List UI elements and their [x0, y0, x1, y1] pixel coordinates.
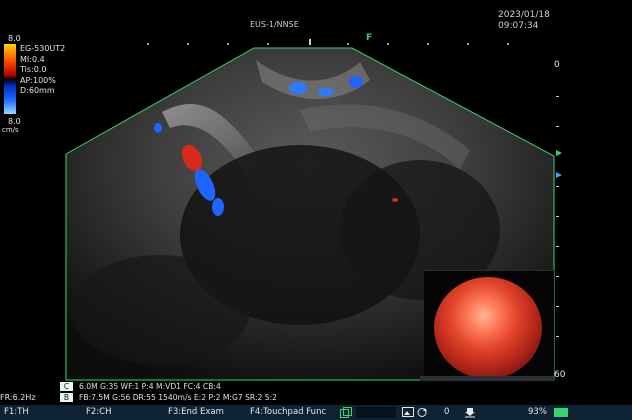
function-key-bar: F1:TH F2:CH F3:End Exam F4:Touchpad Func…	[0, 405, 632, 420]
status-field	[356, 407, 396, 418]
exam-time: 09:07:34	[498, 21, 539, 31]
bmode-badge: B	[60, 393, 73, 402]
zoom-level: 93%	[528, 407, 547, 417]
frame-rate: FR:6.2Hz	[0, 393, 36, 402]
bmode-text: FB:7.5M G:56 DR:55 1540m/s E:2 P:2 M:G7 …	[79, 393, 277, 402]
doppler-color-bar	[4, 44, 16, 114]
probe-model: EG-530UT2	[20, 44, 66, 53]
acoustic-power: AP:100%	[20, 75, 56, 85]
velocity-scale-bottom: 8.0	[8, 117, 21, 126]
f2-ch-key[interactable]: F2:CH	[86, 407, 112, 417]
exam-date: 2023/01/18	[498, 10, 550, 20]
velocity-scale-top: 8.0	[8, 34, 21, 43]
refresh-icon[interactable]	[416, 407, 428, 418]
velocity-unit: cm/s	[2, 126, 19, 134]
imaging-depth: D:60mm	[20, 86, 55, 95]
endoscope-video-inset	[424, 270, 554, 383]
bmode-params: B FB:7.5M G:56 DR:55 1540m/s E:2 P:2 M:G7…	[60, 393, 277, 402]
color-mode-params: C 6.0M G:35 WF:1 P:4 M:VD1 FC:4 CB:4	[60, 382, 221, 391]
endoscope-progress-bar	[420, 376, 554, 381]
f3-end-exam-key[interactable]: F3:End Exam	[168, 407, 224, 417]
battery-indicator	[554, 408, 568, 417]
depth-scale-bottom: 60	[554, 370, 566, 380]
f1-th-key[interactable]: F1:TH	[4, 407, 29, 417]
overlap-square-icon[interactable]	[340, 407, 352, 418]
image-counter: 0	[444, 407, 450, 417]
mechanical-index: MI:0.4	[20, 54, 45, 64]
color-mode-text: 6.0M G:35 WF:1 P:4 M:VD1 FC:4 CB:4	[79, 382, 221, 391]
focus-marker: F	[366, 33, 373, 43]
depth-scale-top: 0	[554, 60, 560, 70]
image-capture-icon[interactable]	[402, 407, 414, 418]
download-icon[interactable]	[464, 407, 476, 418]
thermal-index: Tis:0.0	[20, 65, 47, 74]
color-mode-badge: C	[60, 382, 73, 391]
mode-title: EUS-1/NNSE	[250, 20, 299, 29]
endoscope-view	[434, 277, 542, 379]
acquisition-params: EG-530UT2 MI:0.4 Tis:0.0 AP:100% D:60mm	[20, 44, 65, 97]
f4-touchpad-func-key[interactable]: F4:Touchpad Func	[250, 407, 326, 417]
